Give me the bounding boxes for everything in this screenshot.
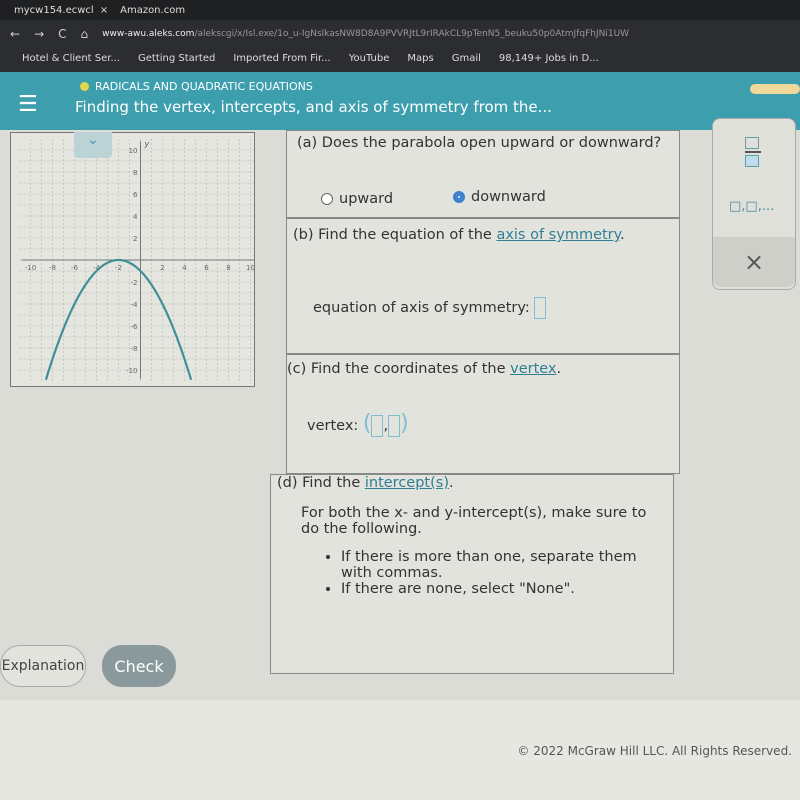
forward-icon[interactable]: →: [34, 27, 44, 41]
browser-tabs: mycw154.ecwcl × Amazon.com: [0, 0, 800, 20]
radio-downward[interactable]: downward: [453, 189, 546, 205]
reload-icon[interactable]: C: [58, 27, 66, 41]
y-tick-label: 4: [133, 213, 138, 221]
axis-of-symmetry-link[interactable]: axis of symmetry: [496, 227, 620, 243]
back-icon[interactable]: ←: [10, 27, 20, 41]
status-dot-icon: [80, 82, 89, 91]
vertex-label: vertex:: [307, 418, 359, 434]
bookmark[interactable]: YouTube: [349, 53, 390, 64]
y-axis-label: y: [144, 140, 150, 149]
check-button[interactable]: Check: [102, 645, 176, 687]
list-item: If there is more than one, separate them…: [341, 549, 663, 581]
question-b-text: (b) Find the equation of the axis of sym…: [287, 219, 679, 251]
vertex-y-input[interactable]: [388, 415, 401, 437]
x-tick-label: 10: [246, 264, 254, 272]
vertex-link[interactable]: vertex: [510, 361, 556, 377]
x-tick-label: 2: [160, 264, 164, 272]
progress-pill: [750, 84, 800, 94]
radio-label: upward: [339, 191, 394, 207]
x-tick-label: -2: [115, 264, 122, 272]
axis-label: equation of axis of symmetry:: [313, 300, 530, 316]
topic-category: RADICALS AND QUADRATIC EQUATIONS: [80, 80, 313, 93]
fraction-icon[interactable]: [745, 137, 761, 167]
text: .: [556, 361, 562, 377]
radio-label: downward: [471, 189, 546, 205]
y-tick-label: 2: [133, 235, 137, 243]
instructions: For both the x- and y-intercept(s), make…: [301, 505, 647, 537]
text: (b) Find the equation of the: [293, 227, 497, 243]
close-tab-icon[interactable]: ×: [100, 5, 108, 16]
x-tick-label: -10: [25, 264, 36, 272]
page-title: Finding the vertex, intercepts, and axis…: [75, 98, 552, 116]
url-path: /alekscgi/x/Isl.exe/1o_u-IgNslkasNW8D8A9…: [194, 28, 630, 39]
text: .: [448, 475, 454, 491]
question-c: (c) Find the coordinates of the vertex. …: [286, 354, 680, 474]
y-tick-label: -2: [131, 279, 138, 287]
text: (c) Find the coordinates of the: [287, 361, 511, 377]
x-tick-label: 8: [226, 264, 230, 272]
y-tick-label: 8: [133, 169, 137, 177]
url-field[interactable]: www-awu.aleks.com/alekscgi/x/Isl.exe/1o_…: [102, 29, 629, 40]
question-d-text: (d) Find the intercept(s).: [271, 475, 673, 491]
address-bar-row: ← → C ⌂ www-awu.aleks.com/alekscgi/x/Isl.ex…: [0, 20, 800, 48]
text: .: [620, 227, 625, 243]
bookmark[interactable]: Gmail: [452, 53, 481, 64]
radio-circle[interactable]: [321, 193, 333, 205]
y-tick-label: -6: [131, 323, 139, 331]
footer: © 2022 McGraw Hill LLC. All Rights Reser…: [0, 700, 800, 800]
question-c-text: (c) Find the coordinates of the vertex.: [287, 355, 679, 383]
radio-circle-selected[interactable]: [453, 191, 465, 203]
copyright: © 2022 McGraw Hill LLC. All Rights Reser…: [517, 744, 792, 758]
axis-input[interactable]: [534, 297, 547, 319]
x-tick-label: -8: [49, 264, 56, 272]
aleks-header: ☰ RADICALS AND QUADRATIC EQUATIONS Findi…: [0, 72, 800, 130]
tab[interactable]: mycw154.ecwcl ×: [14, 5, 108, 16]
y-tick-label: -4: [131, 301, 139, 309]
tab[interactable]: Amazon.com: [120, 5, 185, 16]
tab-title: mycw154.ecwcl: [14, 4, 94, 16]
question-b: (b) Find the equation of the axis of sym…: [286, 218, 680, 354]
x-tick-label: 6: [204, 264, 209, 272]
bookmark[interactable]: Hotel & Client Ser...: [22, 53, 120, 64]
question-a-text: (a) Does the parabola open upward or dow…: [297, 135, 662, 151]
intercepts-link[interactable]: intercept(s): [365, 475, 449, 491]
bookmarks-bar: Hotel & Client Ser... Getting Started Im…: [0, 46, 800, 70]
vertex-answer-row: vertex: (,): [307, 411, 409, 437]
list-template-button[interactable]: □,□,...: [729, 199, 774, 214]
bookmark[interactable]: Getting Started: [138, 53, 215, 64]
category-text: RADICALS AND QUADRATIC EQUATIONS: [95, 80, 313, 93]
instruction-list: If there is more than one, separate them…: [341, 549, 663, 597]
clear-button[interactable]: ×: [713, 237, 795, 287]
y-tick-label: -10: [126, 367, 137, 375]
bookmark[interactable]: Imported From Fir...: [233, 53, 330, 64]
x-tick-label: -6: [71, 264, 79, 272]
bookmark[interactable]: Maps: [407, 53, 433, 64]
y-tick-label: 6: [133, 191, 138, 199]
x-tick-label: 4: [182, 264, 187, 272]
answer-tools-panel: □,□,... ×: [712, 118, 796, 290]
vertex-x-input[interactable]: [371, 415, 384, 437]
list-item: If there are none, select "None".: [341, 581, 663, 597]
bookmark[interactable]: 98,149+ Jobs in D...: [499, 53, 599, 64]
axis-answer-row: equation of axis of symmetry:: [313, 297, 547, 319]
text: (d) Find the: [277, 475, 365, 491]
home-icon[interactable]: ⌂: [81, 27, 89, 41]
question-a: (a) Does the parabola open upward or dow…: [286, 130, 680, 218]
menu-icon[interactable]: ☰: [18, 92, 38, 117]
explanation-button[interactable]: Explanation: [0, 645, 86, 687]
y-tick-label: -8: [131, 345, 138, 353]
y-tick-label: 10: [129, 147, 138, 155]
collapse-chevron-icon[interactable]: ⌄: [74, 132, 112, 158]
parabola-graph: -10-8-6-4-2246810108642-2-4-6-8-10xy: [10, 132, 262, 387]
x-axis-label: x: [253, 249, 254, 258]
question-d: (d) Find the intercept(s). For both the …: [270, 474, 674, 674]
url-host: www-awu.aleks.com: [102, 28, 195, 39]
radio-upward[interactable]: upward: [321, 191, 393, 207]
tab-title: Amazon.com: [120, 4, 186, 16]
